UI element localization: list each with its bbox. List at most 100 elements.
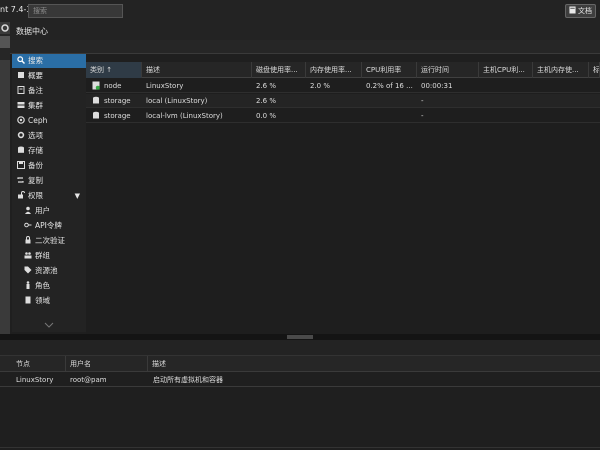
cell-description: local-lvm (LinuxStory) (146, 112, 223, 120)
unlock-icon (18, 191, 25, 199)
nav-label: 二次验证 (35, 236, 65, 245)
nav-label: 备份 (28, 161, 43, 170)
main-panel: 数据中心 搜索 概要 备注 集群 Ceph 选项 存储 备份 复制 权限 ▼ 用… (10, 22, 600, 334)
column-header-host-cpu[interactable]: 主机CPU利... (479, 62, 533, 78)
documentation-button[interactable]: 文档 (565, 4, 596, 18)
nav-item-storage[interactable]: 存储 (12, 144, 86, 158)
cell-memory (306, 94, 362, 108)
cell-disk: 0.0 % (256, 112, 277, 120)
cell-type-label: storage (104, 112, 131, 120)
building-icon (25, 296, 31, 304)
nav-item-roles[interactable]: 角色 (12, 279, 86, 293)
nav-item-cluster[interactable]: 集群 (12, 99, 86, 113)
column-header-description[interactable]: 描述 (142, 62, 252, 78)
nav-label: 角色 (35, 281, 50, 290)
column-header-node[interactable]: 节点 (12, 356, 66, 372)
floppy-icon (17, 161, 25, 169)
retweet-icon (17, 177, 24, 183)
nav-item-replication[interactable]: 复制 (12, 174, 86, 188)
users-icon (24, 252, 32, 259)
column-header-cpu[interactable]: CPU利用率 (362, 62, 417, 78)
task-description: 启动所有虚拟机和容器 (153, 376, 223, 384)
table-row[interactable]: storage local (LinuxStory) 2.6 % - (86, 94, 600, 108)
cell-type: storage (88, 109, 142, 123)
task-user: root@pam (70, 376, 107, 384)
divider (0, 447, 600, 448)
column-header-type[interactable]: 类别 ↑ (86, 62, 142, 78)
table-row[interactable]: node LinuxStory 2.6 % 2.0 % 0.2% of 16 .… (86, 79, 600, 93)
nav-item-notes[interactable]: 备注 (12, 84, 86, 98)
nav-item-api-tokens[interactable]: API令牌 (12, 219, 86, 233)
chevron-down-icon[interactable] (44, 320, 54, 330)
column-header-task-description[interactable]: 描述 (148, 356, 348, 372)
nav-item-users[interactable]: 用户 (12, 204, 86, 218)
nav-label: 用户 (35, 206, 50, 215)
search-icon (17, 56, 25, 64)
male-icon (26, 281, 30, 289)
tree-gear-button[interactable] (0, 22, 10, 34)
search-input[interactable]: 搜索 (28, 4, 123, 18)
book-icon (18, 72, 24, 78)
nav-label: API令牌 (35, 221, 62, 230)
cell-type-label: storage (104, 97, 131, 105)
tree-item-list[interactable] (0, 60, 10, 340)
cell-description: local (LinuxStory) (146, 97, 208, 105)
grid-header: 类别 ↑ 描述 磁盘使用率... 内存使用率... CPU利用率 运行时间 主机… (86, 62, 600, 78)
breadcrumb-bar: 数据中心 (10, 22, 600, 40)
database-icon (93, 96, 99, 104)
documentation-label: 文档 (578, 7, 592, 15)
cell-disk: 2.6 % (256, 82, 277, 90)
cell-type: storage (88, 94, 142, 108)
key-icon (24, 222, 32, 228)
table-row[interactable]: storage local-lvm (LinuxStory) 0.0 % - (86, 109, 600, 123)
column-header-uptime[interactable]: 运行时间 (417, 62, 479, 78)
note-icon (17, 86, 25, 94)
cell-type: node (88, 79, 142, 93)
nav-label: 群组 (35, 251, 50, 260)
nav-label: Ceph (28, 116, 48, 125)
app-title: nt 7.4-3 (0, 5, 32, 14)
cell-cpu (362, 94, 417, 108)
cell-uptime: - (421, 97, 424, 105)
chevron-down-icon[interactable]: ▼ (75, 189, 80, 203)
gear-icon (17, 131, 25, 139)
cell-uptime: 00:00:31 (421, 82, 453, 90)
column-header-disk[interactable]: 磁盘使用率... (252, 62, 306, 78)
splitter-handle[interactable] (287, 335, 313, 339)
cell-disk: 2.6 % (256, 97, 277, 105)
cell-type-label: node (104, 82, 122, 90)
column-header-tags[interactable]: 标 (589, 62, 600, 78)
nav-item-pools[interactable]: 资源池 (12, 264, 86, 278)
task-log-tabs (0, 340, 600, 356)
nav-item-ceph[interactable]: Ceph (12, 114, 86, 128)
nav-item-options[interactable]: 选项 (12, 129, 86, 143)
top-bar: nt 7.4-3 搜索 文档 (0, 0, 600, 22)
nav-label: 复制 (28, 176, 43, 185)
cell-cpu: 0.2% of 16 ... (366, 82, 413, 90)
cell-memory: 2.0 % (310, 82, 331, 90)
task-row[interactable]: LinuxStory root@pam 启动所有虚拟机和容器 (0, 373, 600, 387)
cell-memory (306, 109, 362, 123)
nav-item-summary[interactable]: 概要 (12, 69, 86, 83)
nav-item-permissions[interactable]: 权限 ▼ (12, 189, 86, 203)
nav-label: 搜索 (28, 56, 43, 65)
datacenter-nav: 搜索 概要 备注 集群 Ceph 选项 存储 备份 复制 权限 ▼ 用户 API… (12, 54, 86, 332)
column-header-memory[interactable]: 内存使用率... (306, 62, 362, 78)
tree-item-datacenter[interactable] (0, 36, 10, 48)
cell-uptime: - (421, 112, 424, 120)
nav-item-two-factor[interactable]: 二次验证 (12, 234, 86, 248)
book-icon (569, 6, 576, 14)
nav-item-backup[interactable]: 备份 (12, 159, 86, 173)
nav-label: 存储 (28, 146, 43, 155)
nav-item-search[interactable]: 搜索 (12, 54, 86, 68)
task-log-panel: 节点 用户名 描述 LinuxStory root@pam 启动所有虚拟机和容器 (0, 340, 600, 450)
column-header-username[interactable]: 用户名 (66, 356, 148, 372)
nav-item-groups[interactable]: 群组 (12, 249, 86, 263)
nav-label: 备注 (28, 86, 43, 95)
database-icon (93, 111, 99, 119)
nav-item-realms[interactable]: 领域 (12, 294, 86, 308)
nav-label: 选项 (28, 131, 43, 140)
nav-label: 集群 (28, 101, 43, 110)
column-header-host-memory[interactable]: 主机内存使... (533, 62, 589, 78)
task-node: LinuxStory (16, 376, 54, 384)
